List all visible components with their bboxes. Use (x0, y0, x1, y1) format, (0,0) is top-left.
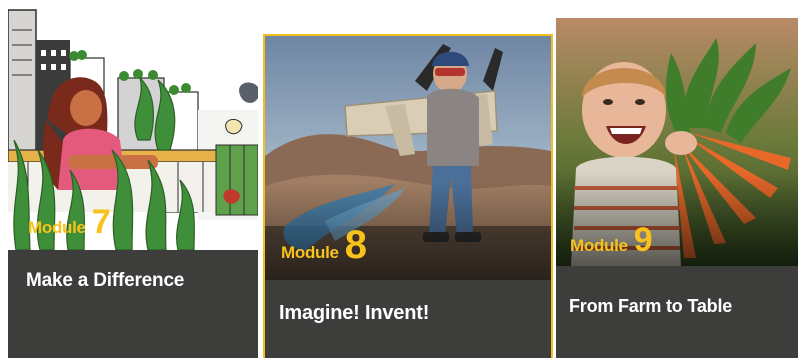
module-card-8[interactable]: Module 8 Imagine! Invent! (263, 34, 553, 358)
module-9-title: From Farm to Table (569, 296, 733, 316)
module-word: Module (28, 218, 86, 237)
module-number: 7 (91, 203, 111, 241)
module-7-title: Make a Difference (26, 270, 185, 291)
module-8-label: Module 8 (281, 225, 367, 265)
module-card-9[interactable]: Module 9 From Farm to Table (556, 18, 798, 358)
module-word: Module (570, 236, 628, 255)
module-card-7[interactable]: Module 7 Make a Difference (8, 0, 258, 358)
module-number: 8 (344, 223, 367, 267)
module-9-label: Module 9 (570, 223, 653, 257)
module-number: 9 (633, 221, 653, 259)
module-8-title: Imagine! Invent! (279, 302, 430, 324)
module-word: Module (281, 243, 339, 262)
module-7-label: Module 7 (28, 205, 111, 239)
